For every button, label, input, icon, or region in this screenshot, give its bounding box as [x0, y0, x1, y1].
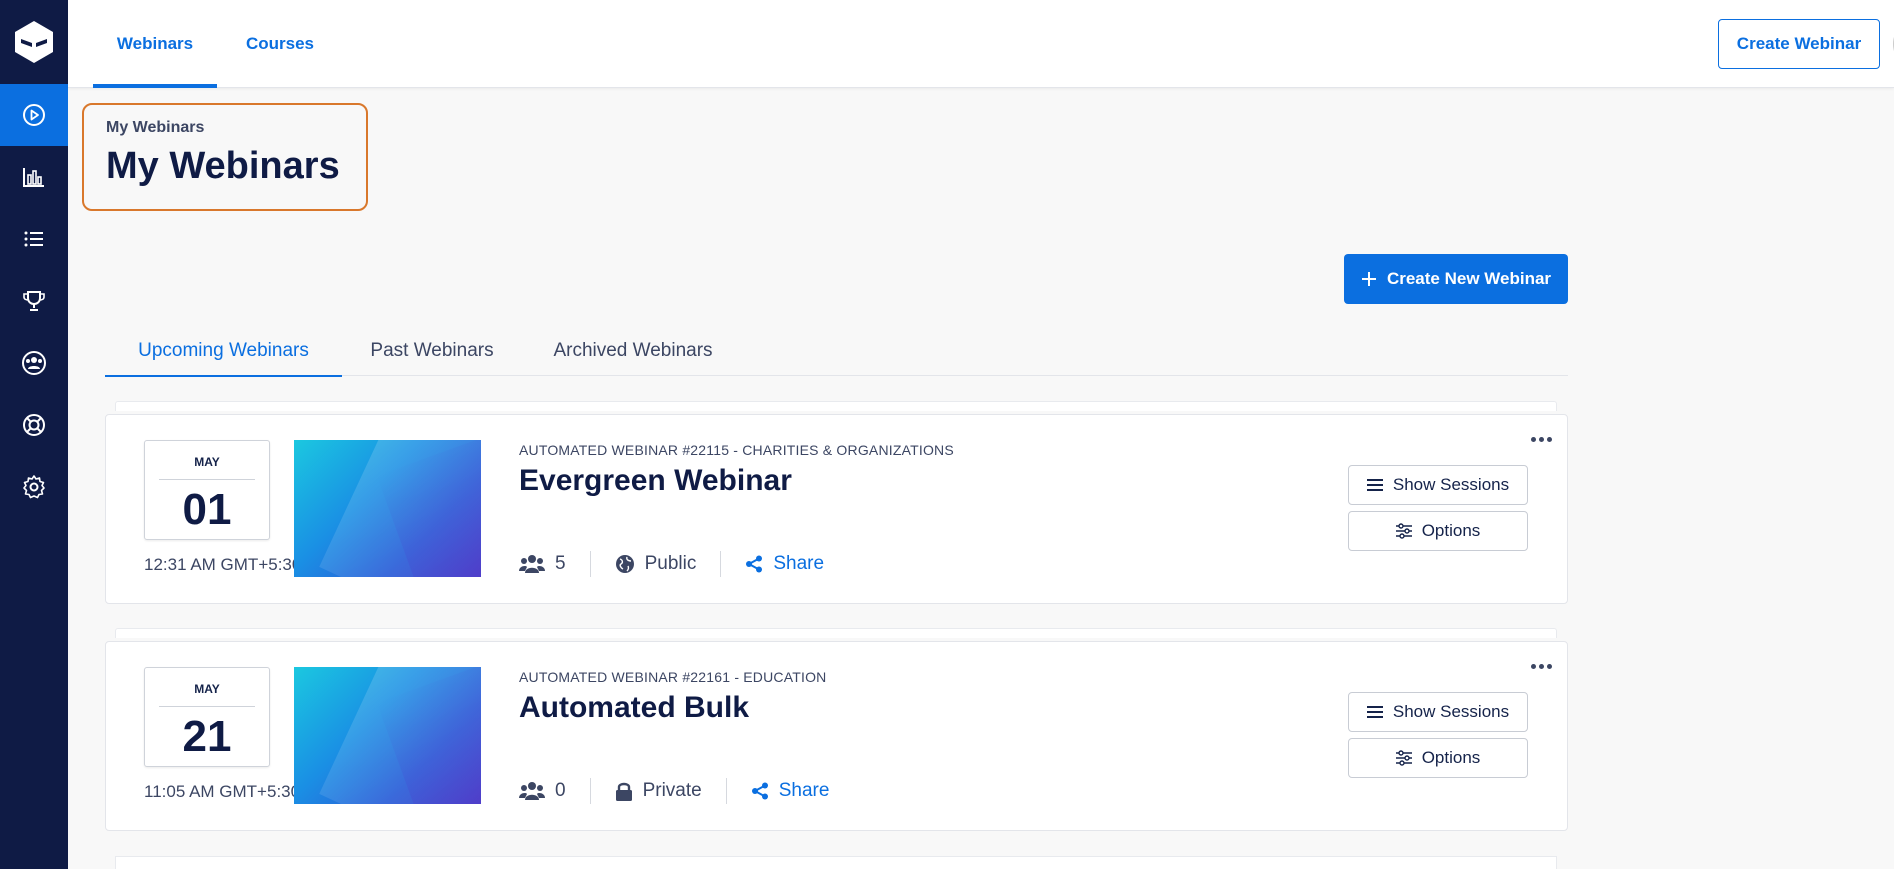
- webinar-time: 12:31 AM GMT+5:30: [144, 555, 302, 574]
- tab-upcoming-webinars[interactable]: Upcoming Webinars: [105, 326, 342, 377]
- more-options-icon[interactable]: [1526, 656, 1556, 676]
- list-icon: [1366, 479, 1383, 491]
- share-link[interactable]: Share: [745, 553, 824, 575]
- webinar-meta: 0 Private Share: [519, 776, 829, 806]
- sidebar-item-list[interactable]: [0, 208, 68, 270]
- share-icon: [751, 782, 768, 800]
- visibility-status: Public: [615, 553, 696, 575]
- webinar-time: 11:05 AM GMT+5:30: [144, 782, 301, 801]
- bar-chart-icon: [23, 168, 44, 187]
- logo-icon[interactable]: [0, 0, 68, 84]
- attendee-count: 5: [519, 553, 566, 575]
- tab-archived-webinars[interactable]: Archived Webinars: [537, 326, 729, 376]
- sidebar-item-webinars[interactable]: [0, 84, 68, 146]
- users-icon: [22, 351, 46, 375]
- sidebar-item-users[interactable]: [0, 332, 68, 394]
- webinar-meta: 5 Public Share: [519, 549, 824, 579]
- visibility-status: Private: [615, 780, 702, 802]
- sidebar-item-support[interactable]: [0, 394, 68, 456]
- webinar-title[interactable]: Automated Bulk: [519, 691, 749, 725]
- page-title: My Webinars: [106, 145, 340, 187]
- globe-icon: [615, 555, 634, 573]
- list-icon: [1366, 706, 1383, 718]
- users-icon: [519, 555, 545, 573]
- sliders-icon: [1395, 523, 1412, 539]
- create-new-webinar-button[interactable]: Create New Webinar: [1344, 254, 1568, 304]
- card-stack-edge: [115, 401, 1557, 411]
- show-sessions-button[interactable]: Show Sessions: [1348, 465, 1528, 505]
- webinar-card: MAY 21 11:05 AM GMT+5:30 AUTOMATED WEBIN…: [105, 641, 1568, 831]
- trophy-icon: [23, 291, 45, 311]
- tab-webinars[interactable]: Webinars: [93, 0, 217, 88]
- webinar-thumbnail[interactable]: [294, 440, 481, 577]
- gear-icon: [23, 475, 45, 499]
- create-webinar-button[interactable]: Create Webinar: [1718, 19, 1880, 69]
- webinar-tabs: Upcoming Webinars Past Webinars Archived…: [105, 326, 1568, 377]
- share-icon: [746, 555, 763, 573]
- sidebar: [0, 0, 68, 869]
- webinar-subtitle: AUTOMATED WEBINAR #22161 - EDUCATION: [519, 669, 827, 685]
- webinar-subtitle: AUTOMATED WEBINAR #22115 - CHARITIES & O…: [519, 442, 954, 458]
- options-button[interactable]: Options: [1348, 738, 1528, 778]
- share-link[interactable]: Share: [751, 780, 829, 802]
- options-button[interactable]: Options: [1348, 511, 1528, 551]
- top-bar: Webinars Courses Create Webinar: [68, 0, 1894, 88]
- sidebar-item-settings[interactable]: [0, 456, 68, 518]
- card-stack-edge: [115, 628, 1557, 638]
- date-day: 21: [182, 712, 232, 761]
- users-icon: [519, 782, 545, 800]
- webinar-card: MAY 01 12:31 AM GMT+5:30 AUTOMATED WEBIN…: [105, 414, 1568, 604]
- tab-past-webinars[interactable]: Past Webinars: [357, 326, 507, 376]
- attendee-count: 0: [519, 780, 566, 802]
- webinar-thumbnail[interactable]: [294, 667, 481, 804]
- date-month: MAY: [194, 455, 220, 469]
- date-day: 01: [182, 485, 232, 534]
- play-circle-icon: [23, 104, 45, 126]
- card-stack-edge: [115, 856, 1557, 869]
- sliders-icon: [1395, 750, 1412, 766]
- create-new-webinar-label: Create New Webinar: [1386, 269, 1552, 288]
- date-month: MAY: [194, 682, 220, 696]
- date-badge: MAY 01: [144, 440, 270, 540]
- webinar-title[interactable]: Evergreen Webinar: [519, 464, 792, 498]
- date-badge: MAY 21: [144, 667, 270, 767]
- lifebuoy-icon: [23, 414, 45, 436]
- tab-courses[interactable]: Courses: [230, 0, 330, 88]
- list-icon: [24, 231, 43, 247]
- more-options-icon[interactable]: [1526, 429, 1556, 449]
- lock-icon: [615, 782, 632, 801]
- page-header: My Webinars My Webinars: [82, 103, 368, 211]
- breadcrumb: My Webinars: [106, 119, 205, 136]
- sidebar-item-analytics[interactable]: [0, 146, 68, 208]
- show-sessions-button[interactable]: Show Sessions: [1348, 692, 1528, 732]
- plus-icon: [1361, 272, 1376, 286]
- sidebar-item-achievements[interactable]: [0, 270, 68, 332]
